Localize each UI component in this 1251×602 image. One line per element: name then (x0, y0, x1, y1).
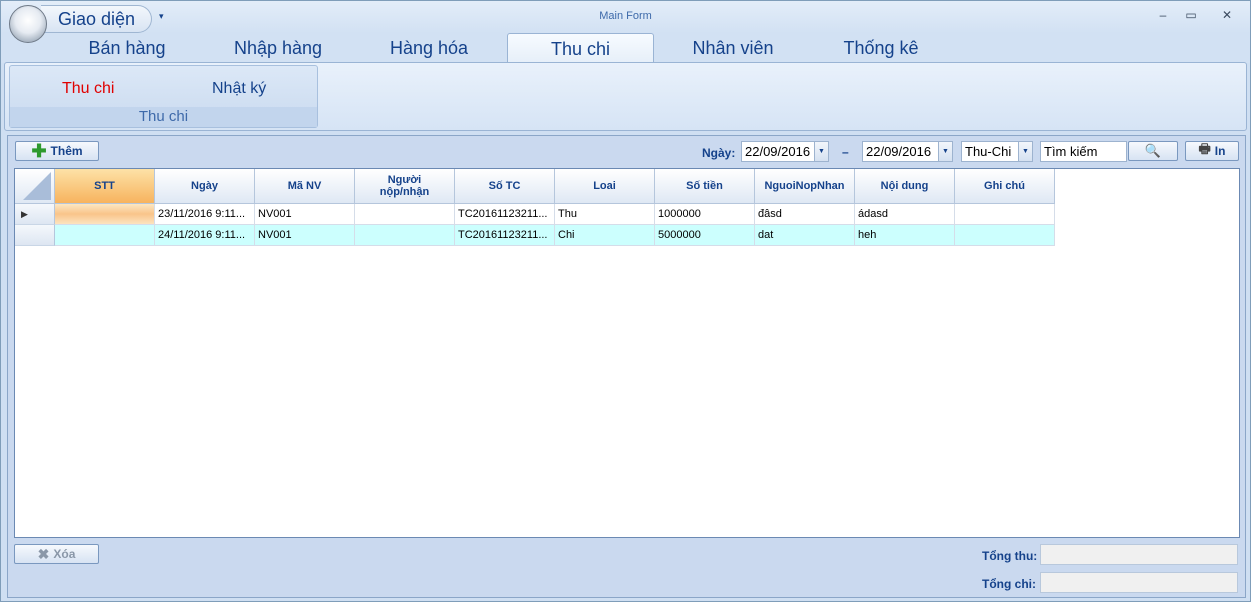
column-header-so-tien[interactable]: Số tiền (655, 169, 755, 204)
column-header-ghi-chu[interactable]: Ghi chú (955, 169, 1055, 204)
cell-nguoi-nop-nhan[interactable] (355, 225, 455, 246)
cell-stt[interactable] (55, 204, 155, 225)
cell-so-tien[interactable]: 1000000 (655, 204, 755, 225)
total-out-label: Tổng chi: (982, 577, 1036, 591)
cell-ngay[interactable]: 23/11/2016 9:11... (155, 204, 255, 225)
total-in-label: Tổng thu: (982, 549, 1038, 563)
cell-nguoinopnhan[interactable]: đâsd (755, 204, 855, 225)
cell-loai[interactable]: Chi (555, 225, 655, 246)
content-panel: ✚ Thêm Ngày: 22/09/2016 ▼ – 22/09/2016 ▼… (7, 135, 1246, 598)
type-dropdown-icon[interactable]: ▼ (1018, 142, 1032, 161)
main-window: Giao diện ▾ Main Form – ▭ ✕ Bán hàng Nhậ… (0, 0, 1251, 602)
maximize-button[interactable]: ▭ (1177, 6, 1205, 24)
row-current-indicator-icon[interactable]: ▶ (15, 204, 55, 225)
tab-nhap-hang[interactable]: Nhập hàng (209, 33, 347, 63)
date-from-value: 22/09/2016 (745, 144, 811, 159)
ribbon-panel: Thu chi Nhật ký Thu chi (4, 62, 1247, 131)
cell-so-tc[interactable]: TC20161123211... (455, 204, 555, 225)
table-row[interactable]: 24/11/2016 9:11... NV001 TC20161123211..… (15, 225, 1055, 246)
print-button-label: In (1214, 144, 1226, 158)
grid-corner[interactable] (15, 169, 55, 204)
type-select-value: Thu-Chi (965, 144, 1012, 159)
search-icon: 🔍 (1144, 143, 1162, 158)
cell-ngay[interactable]: 24/11/2016 9:11... (155, 225, 255, 246)
column-header-nguoinopnhan[interactable]: NguoiNopNhan (755, 169, 855, 204)
column-header-nguoi-nop-nhan[interactable]: Người nộp/nhận (355, 169, 455, 204)
ribbon-thu-chi-button[interactable]: Thu chi (62, 80, 114, 98)
cell-noi-dung[interactable]: heh (855, 225, 955, 246)
column-header-stt[interactable]: STT (55, 169, 155, 204)
print-button[interactable]: 🖶 In (1185, 141, 1239, 161)
row-header[interactable] (15, 225, 55, 246)
search-input[interactable]: Tìm kiếm (1040, 141, 1127, 162)
plus-icon: ✚ (31, 141, 47, 161)
cell-loai[interactable]: Thu (555, 204, 655, 225)
tab-hang-hoa[interactable]: Hàng hóa (363, 33, 495, 63)
delete-x-icon: ✖ (37, 545, 50, 562)
ribbon-nhat-ky-button[interactable]: Nhật ký (212, 80, 266, 98)
total-out-field (1040, 572, 1238, 593)
date-from-picker[interactable]: 22/09/2016 ▼ (741, 141, 829, 162)
transactions-grid[interactable]: STT Ngày Mã NV Người nộp/nhận Số TC Loai… (14, 168, 1240, 538)
type-select[interactable]: Thu-Chi ▼ (961, 141, 1033, 162)
column-header-ma-nv[interactable]: Mã NV (255, 169, 355, 204)
tab-ban-hang[interactable]: Bán hàng (61, 33, 193, 63)
app-orb-icon[interactable] (9, 5, 47, 43)
tab-thong-ke[interactable]: Thống kê (815, 33, 947, 63)
window-title: Main Form (599, 10, 652, 22)
ribbon-group-thu-chi: Thu chi Nhật ký Thu chi (9, 65, 318, 128)
title-bar: Giao diện ▾ Main Form – ▭ ✕ (1, 1, 1250, 43)
column-header-so-tc[interactable]: Số TC (455, 169, 555, 204)
cell-stt[interactable] (55, 225, 155, 246)
cell-ghi-chu[interactable] (955, 204, 1055, 225)
table-row[interactable]: ▶ 23/11/2016 9:11... NV001 TC20161123211… (15, 204, 1055, 225)
column-header-loai[interactable]: Loai (555, 169, 655, 204)
close-button[interactable]: ✕ (1213, 6, 1241, 24)
date-from-dropdown-icon[interactable]: ▼ (814, 142, 828, 161)
cell-ma-nv[interactable]: NV001 (255, 204, 355, 225)
date-to-picker[interactable]: 22/09/2016 ▼ (862, 141, 953, 162)
cell-so-tc[interactable]: TC20161123211... (455, 225, 555, 246)
date-separator: – (842, 145, 849, 159)
printer-icon: 🖶 (1198, 141, 1211, 156)
cell-nguoinopnhan[interactable]: dat (755, 225, 855, 246)
cell-ghi-chu[interactable] (955, 225, 1055, 246)
cell-nguoi-nop-nhan[interactable] (355, 204, 455, 225)
date-label: Ngày: (702, 146, 736, 160)
tab-thu-chi[interactable]: Thu chi (507, 33, 654, 63)
delete-button[interactable]: ✖ Xóa (14, 544, 99, 564)
ribbon-tabs: Bán hàng Nhập hàng Hàng hóa Thu chi Nhân… (1, 33, 1250, 63)
tab-nhan-vien[interactable]: Nhân viên (667, 33, 799, 63)
add-button[interactable]: ✚ Thêm (15, 141, 99, 161)
column-header-ngay[interactable]: Ngày (155, 169, 255, 204)
cell-noi-dung[interactable]: ádasd (855, 204, 955, 225)
date-to-dropdown-icon[interactable]: ▼ (938, 142, 952, 161)
date-to-value: 22/09/2016 (866, 144, 932, 159)
delete-button-label: Xóa (53, 547, 76, 561)
ribbon-group-label: Thu chi (10, 107, 317, 127)
cell-ma-nv[interactable]: NV001 (255, 225, 355, 246)
total-in-field (1040, 544, 1238, 565)
search-button[interactable]: 🔍 (1128, 141, 1178, 161)
cell-so-tien[interactable]: 5000000 (655, 225, 755, 246)
app-menu-label: Giao diện (58, 9, 136, 29)
column-header-noi-dung[interactable]: Nội dung (855, 169, 955, 204)
minimize-button[interactable]: – (1149, 6, 1177, 24)
add-button-label: Thêm (50, 144, 83, 158)
